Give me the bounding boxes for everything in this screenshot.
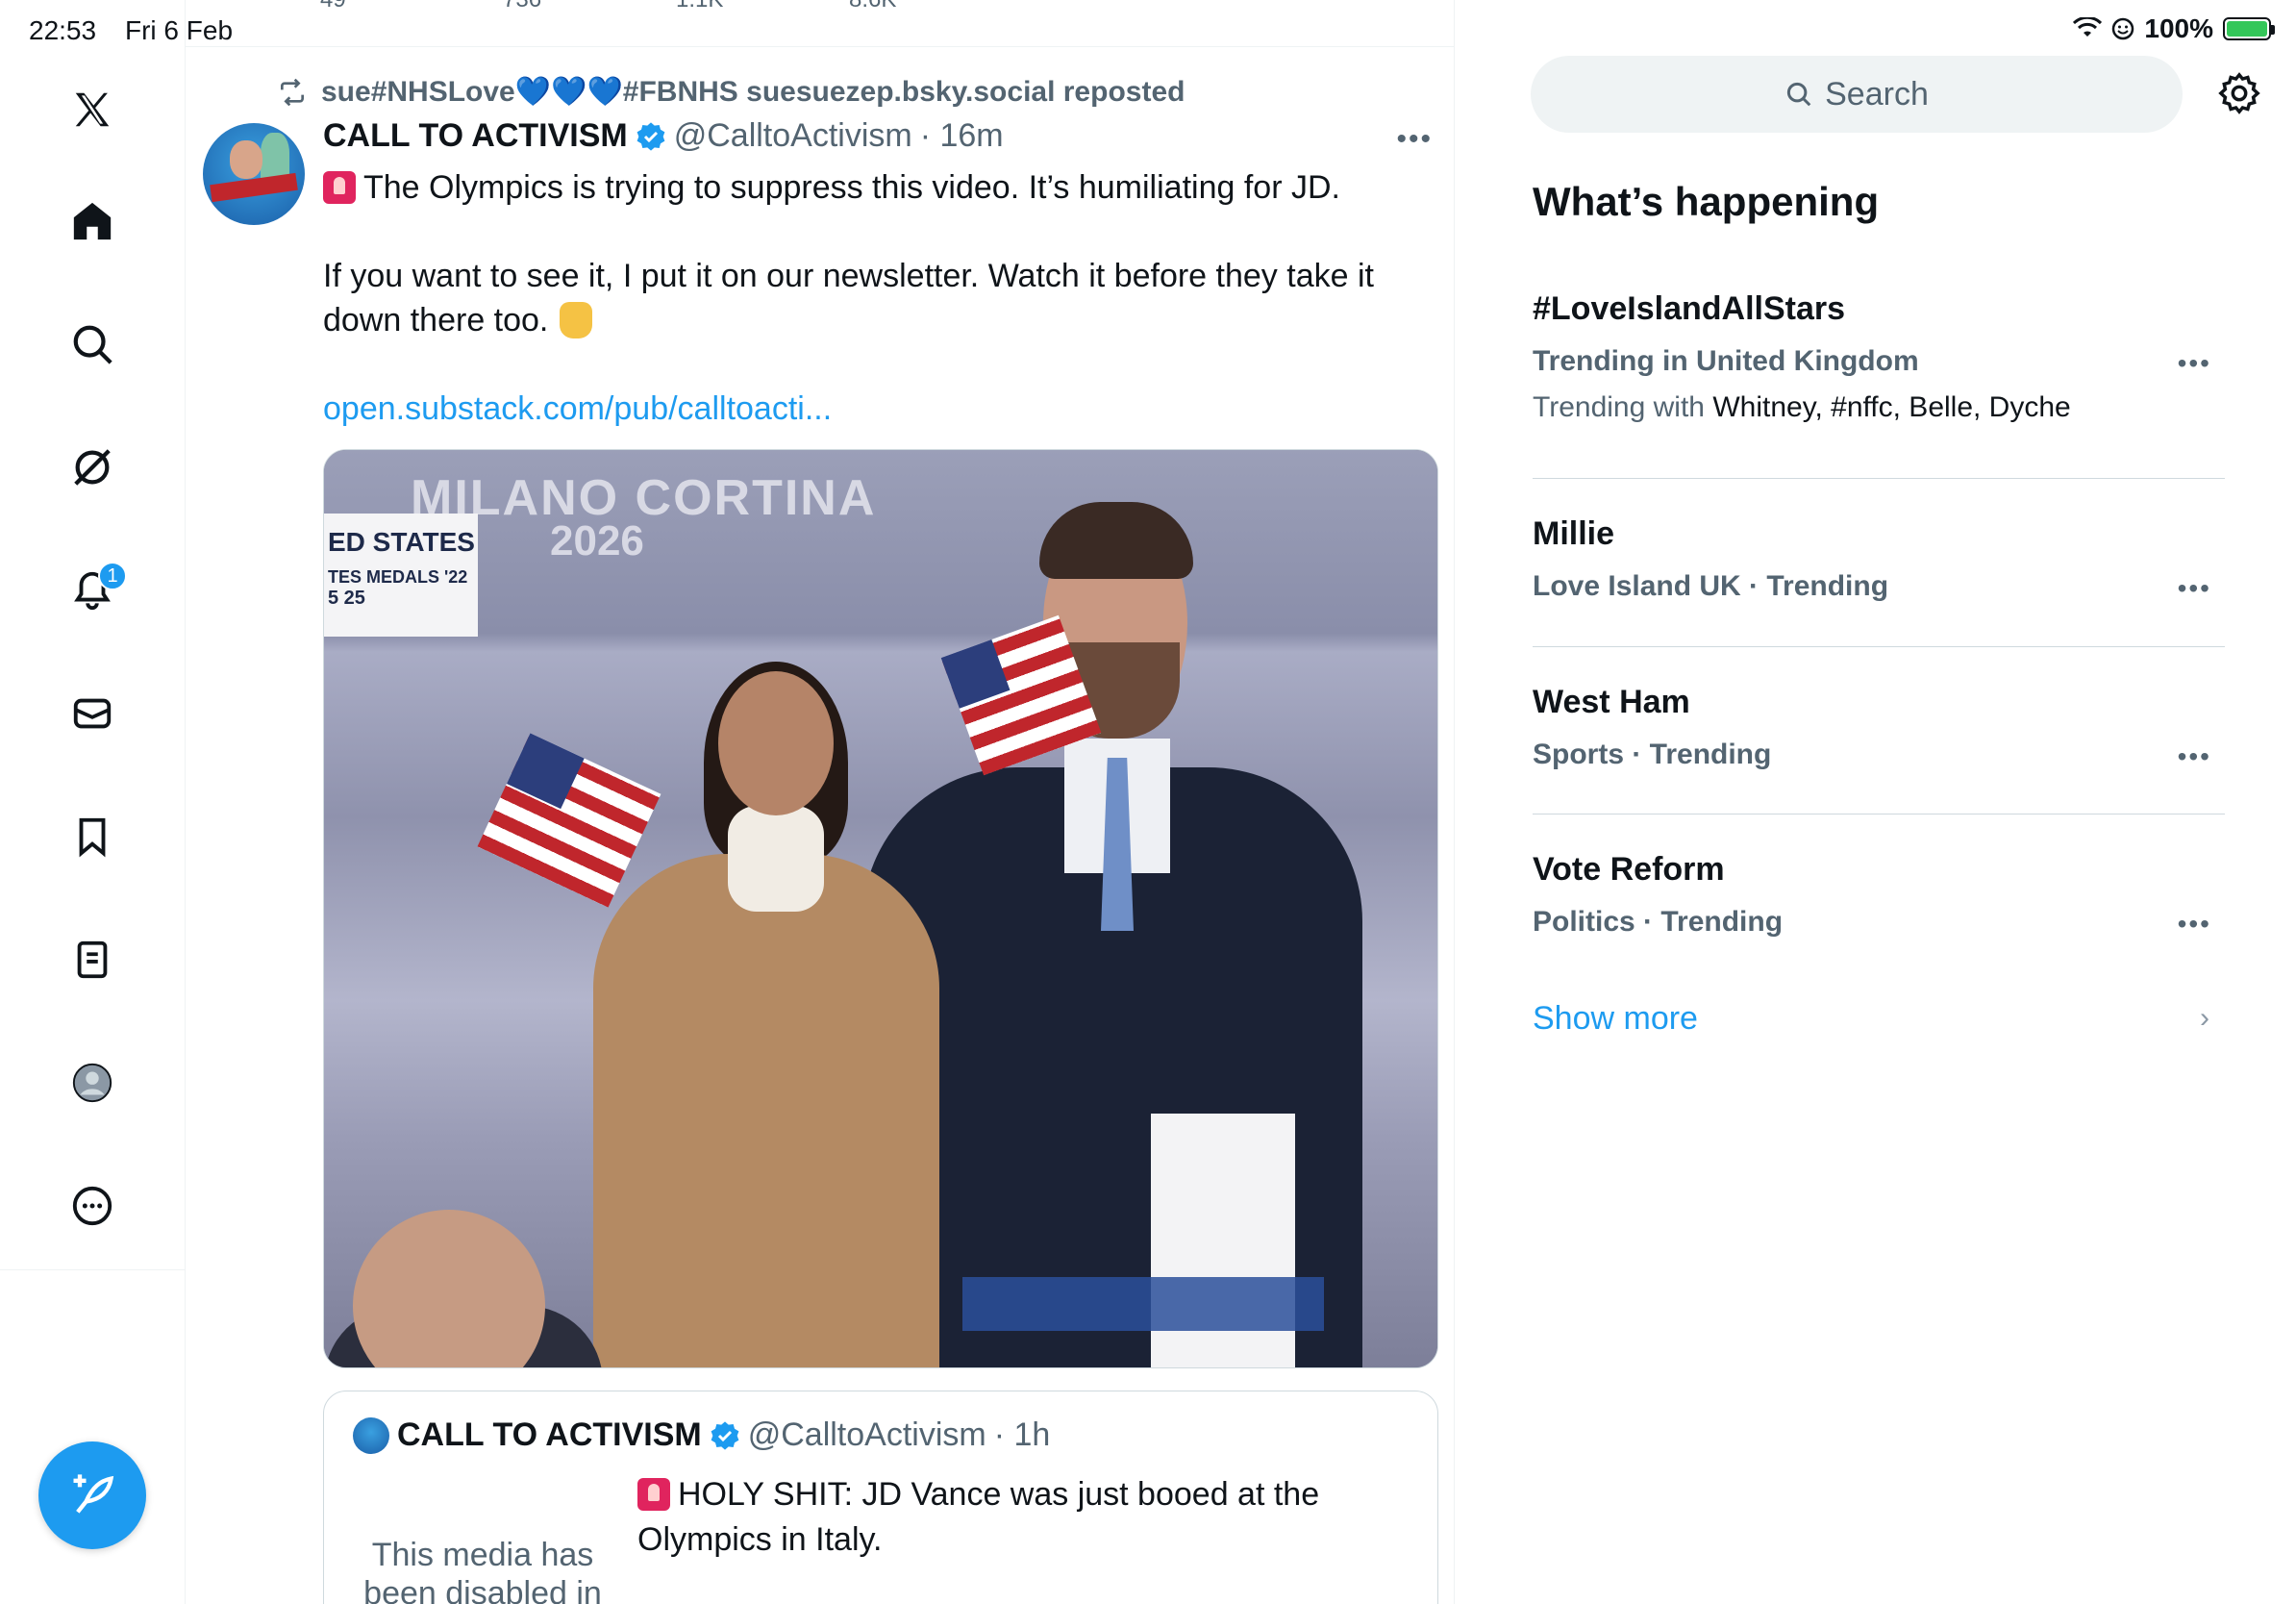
trend-name: #LoveIslandAllStars <box>1533 290 1846 327</box>
trend-divider <box>1533 478 2225 479</box>
repost-count[interactable]: 736 <box>503 0 541 13</box>
notifications-icon[interactable]: 1 <box>58 556 127 625</box>
scoreboard-values: 5 25 <box>328 588 365 609</box>
trend-name: West Ham <box>1533 684 1690 720</box>
trend-more-icon[interactable]: ••• <box>2178 573 2211 604</box>
view-count[interactable]: 8.6K <box>849 0 896 13</box>
trend-with: Trending with Whitney, #nffc, Belle, Dyc… <box>1533 391 2225 424</box>
quoted-author-name: CALL TO ACTIVISM <box>397 1416 702 1453</box>
tweet-text-line2: If you want to see it, I put it on our n… <box>323 258 1374 338</box>
trend-item[interactable]: West Ham Sports · Trending ••• <box>1533 684 2225 771</box>
author-avatar[interactable] <box>203 123 305 225</box>
reply-count[interactable]: 49 <box>320 0 346 13</box>
settings-gear-icon[interactable] <box>2217 71 2261 115</box>
trend-divider <box>1533 646 2225 647</box>
verified-badge-icon <box>711 1420 739 1450</box>
status-bar-right: 100% <box>2073 13 2275 44</box>
quoted-tweet-header: CALL TO ACTIVISM @CalltoActivism · 1h <box>353 1416 1050 1454</box>
bookmarks-icon[interactable] <box>58 802 127 871</box>
media-disabled-notice: This media has been disabled in <box>363 1537 602 1604</box>
tweet-text-line1: The Olympics is trying to suppress this … <box>363 169 1340 206</box>
trend-meta: Sports · Trending <box>1533 739 1772 770</box>
whats-happening-title: What’s happening <box>1533 179 1880 224</box>
search-placeholder: Search <box>1825 75 1929 113</box>
quoted-author-avatar <box>353 1416 389 1454</box>
home-icon[interactable] <box>58 187 127 256</box>
show-more-link[interactable]: Show more <box>1533 1000 1698 1038</box>
like-count[interactable]: 1.1K <box>676 0 723 13</box>
battery-icon <box>2223 17 2275 40</box>
search-input[interactable]: Search <box>1531 56 2183 133</box>
trend-with-names: Whitney, #nffc, Belle, Dyche <box>1712 391 2071 423</box>
quoted-author-handle: @CalltoActivism <box>747 1416 986 1453</box>
search-icon <box>1787 82 1811 107</box>
quoted-tweet-time: · 1h <box>993 1416 1051 1453</box>
left-nav-lower <box>0 1269 186 1604</box>
tweet-media-video[interactable]: MILANO CORTINA 2026 ED STATES TES MEDALS… <box>323 449 1438 1368</box>
trend-meta: Politics · Trending <box>1533 906 1784 938</box>
trend-more-icon[interactable]: ••• <box>2178 909 2211 940</box>
wifi-icon <box>2073 17 2103 37</box>
profile-avatar-icon[interactable] <box>58 1048 127 1117</box>
trend-meta: Trending in United Kingdom <box>1533 345 1919 377</box>
verified-badge-icon <box>636 121 665 151</box>
trend-more-icon[interactable]: ••• <box>2178 348 2211 379</box>
quoted-tweet-text: HOLY SHIT: JD Vance was just booed at th… <box>637 1476 1320 1558</box>
tweet-header: CALL TO ACTIVISM @CalltoActivism · 16m <box>323 117 1004 155</box>
siren-emoji-icon <box>637 1478 670 1511</box>
messages-icon[interactable] <box>58 679 127 748</box>
trend-item[interactable]: Millie Love Island UK · Trending ••• <box>1533 515 2225 603</box>
siren-emoji-icon <box>323 171 356 204</box>
trend-item[interactable]: #LoveIslandAllStars Trending in United K… <box>1533 290 2225 424</box>
repost-icon <box>281 78 304 106</box>
compose-feather-icon <box>73 1474 114 1514</box>
trend-more-icon[interactable]: ••• <box>2178 741 2211 772</box>
tweet-link[interactable]: open.substack.com/pub/calltoacti... <box>323 390 832 427</box>
battery-percent: 100% <box>2144 13 2213 43</box>
scoreboard-columns: TES MEDALS '22 <box>328 567 468 587</box>
tweet-more-icon[interactable]: ••• <box>1396 123 1433 156</box>
repost-indicator[interactable]: sue#NHSLove💙💙💙#FBNHS suesuezep.bsky.soci… <box>277 75 1185 109</box>
trend-name: Vote Reform <box>1533 851 1725 888</box>
trend-with-label: Trending with <box>1533 391 1705 423</box>
quoted-tweet-text-wrap: HOLY SHIT: JD Vance was just booed at th… <box>637 1472 1368 1563</box>
more-options-icon[interactable] <box>58 1171 127 1241</box>
lists-icon[interactable] <box>58 925 127 994</box>
repost-label: sue#NHSLove💙💙💙#FBNHS suesuezep.bsky.soci… <box>321 76 1185 108</box>
compose-post-button[interactable] <box>38 1441 146 1549</box>
trend-name: Millie <box>1533 515 1615 552</box>
trend-item[interactable]: Vote Reform Politics · Trending ••• <box>1533 851 2225 939</box>
trend-divider <box>1533 814 2225 815</box>
pointing-down-emoji-icon <box>560 302 593 338</box>
quoted-tweet[interactable]: CALL TO ACTIVISM @CalltoActivism · 1h Th… <box>323 1391 1438 1604</box>
tweet-time[interactable]: · 16m <box>920 117 1004 155</box>
media-scoreboard: ED STATES TES MEDALS '22 5 25 <box>324 514 478 637</box>
tweet-body: The Olympics is trying to suppress this … <box>323 165 1410 431</box>
focus-icon <box>2112 17 2134 40</box>
grok-icon[interactable] <box>58 433 127 502</box>
author-handle[interactable]: @CalltoActivism <box>674 117 912 155</box>
trend-meta: Love Island UK · Trending <box>1533 570 1889 602</box>
search-icon[interactable] <box>58 310 127 379</box>
scoreboard-title: ED STATES <box>328 527 475 557</box>
notifications-badge: 1 <box>98 562 127 590</box>
author-name[interactable]: CALL TO ACTIVISM <box>323 117 628 155</box>
media-banner-year: 2026 <box>550 517 644 564</box>
tweet-divider <box>186 46 1454 47</box>
timeline-feed: 49 736 1.1K 8.6K sue#NHSLove💙💙💙#FBNHS su… <box>186 0 1455 1604</box>
x-logo-icon[interactable] <box>58 75 127 144</box>
left-nav: 1 <box>0 0 186 1269</box>
chevron-right-icon: › <box>2200 1002 2209 1034</box>
